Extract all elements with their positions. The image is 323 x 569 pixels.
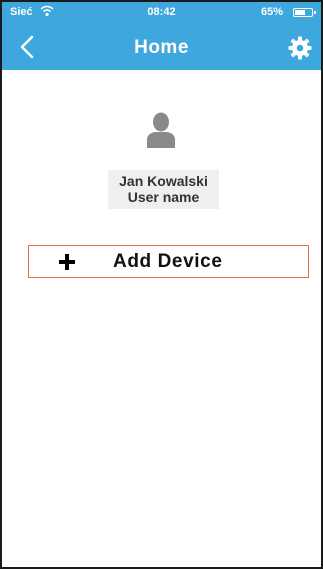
plus-icon: [59, 254, 75, 270]
main-content: Jan Kowalski User name Add Device: [2, 70, 321, 567]
add-device-button[interactable]: Add Device: [28, 245, 309, 278]
gear-icon: [288, 36, 312, 60]
battery-fill: [295, 10, 305, 15]
nav-bar: Home: [2, 24, 321, 70]
avatar: [147, 112, 175, 148]
page-title: Home: [134, 37, 189, 58]
phone-screen: Sieć 08:42 65% Home Jan Kowalski User na…: [0, 0, 323, 569]
battery-percent: 65%: [260, 6, 283, 18]
user-full-name: Jan Kowalski: [119, 173, 208, 189]
settings-button[interactable]: [287, 35, 313, 61]
battery-tip: [314, 11, 316, 14]
battery-icon: [293, 8, 316, 17]
status-bar: Sieć 08:42 65%: [2, 2, 321, 24]
person-icon: [147, 112, 175, 148]
user-card: Jan Kowalski User name: [108, 170, 219, 209]
add-device-label: Add Device: [113, 251, 223, 272]
user-name-label: User name: [127, 189, 200, 205]
